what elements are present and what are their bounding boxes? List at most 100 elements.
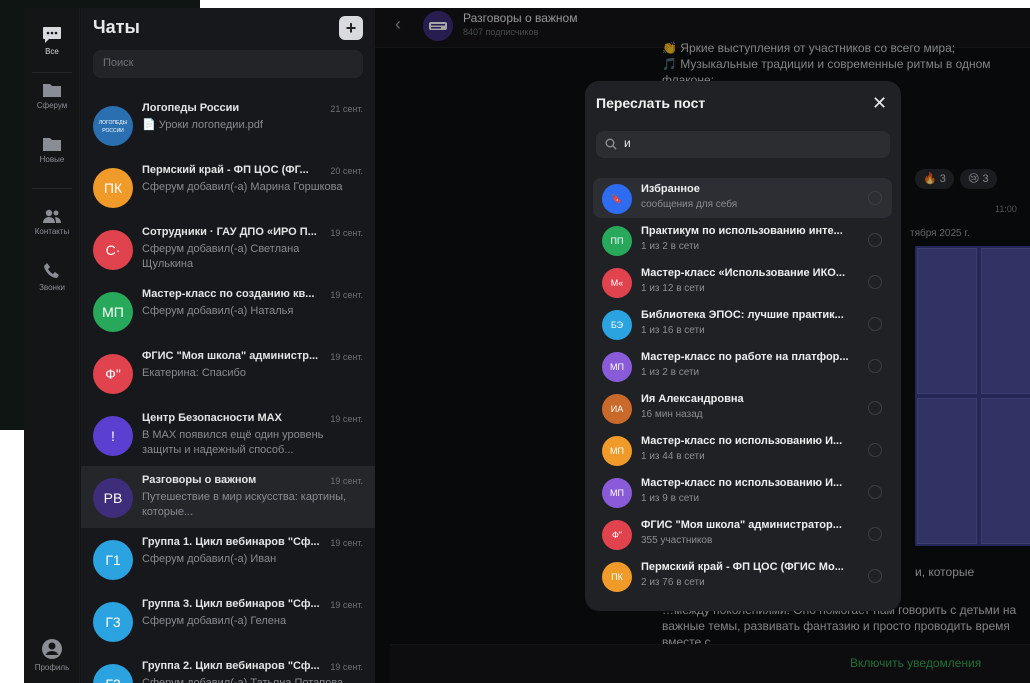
target-status: 355 участников (641, 535, 713, 546)
forward-target-item[interactable]: 🔖 Избранное сообщения для себя (593, 178, 892, 218)
avatar: МП (93, 292, 133, 332)
select-radio[interactable] (868, 275, 882, 289)
chat-preview: В MAX появился ещё один уровень защиты и… (142, 429, 324, 456)
forward-target-item[interactable]: Ф" ФГИС "Моя школа" администратор... 355 у… (593, 514, 892, 554)
select-radio[interactable] (868, 485, 882, 499)
chat-date: 21 сент. (330, 104, 363, 114)
forward-target-item[interactable]: МП Мастер-класс по использованию И... 1 из… (593, 430, 892, 470)
target-name: Мастер-класс по использованию И... (641, 435, 843, 447)
divider (32, 72, 72, 73)
forward-target-item[interactable]: МП Мастер-класс по работе на платфор... 1 … (593, 346, 892, 386)
chat-list-item[interactable]: Г2 Группа 2. Цикл вебинаров "Сф... 19 сент… (81, 652, 375, 683)
messenger-window: Все Сферум Новые Контакты Звонки Профиль… (24, 8, 1030, 683)
avatar: С· (93, 230, 133, 270)
chat-date: 19 сент. (330, 662, 363, 672)
plus-icon: + (345, 18, 357, 38)
select-radio[interactable] (868, 569, 882, 583)
forward-target-item[interactable]: БЭ Библиотека ЭПОС: лучшие практик... 1 из… (593, 304, 892, 344)
chat-name: ФГИС "Моя школа" администр... (142, 350, 319, 362)
avatar: МП (602, 436, 632, 466)
target-name: Мастер-класс по работе на платфор... (641, 351, 849, 363)
forward-search-input[interactable]: и (596, 131, 890, 158)
chat-preview: Сферум добавил(-а) Светлана Щулькина (142, 243, 300, 270)
chat-date: 19 сент. (330, 538, 363, 548)
target-status: сообщения для себя (641, 199, 738, 210)
chat-preview: Сферум добавил(-а) Иван (142, 553, 277, 565)
target-status: 2 из 76 в сети (641, 577, 705, 588)
rail-item-calls[interactable]: Звонки (24, 262, 80, 292)
select-radio[interactable] (868, 191, 882, 205)
search-icon (605, 138, 617, 150)
chat-date: 19 сент. (330, 352, 363, 362)
chat-preview: Сферум добавил(-а) Наталья (142, 305, 294, 317)
chat-list-item[interactable]: ПК Пермский край - ФП ЦОС (ФГ... 20 сент. С… (81, 156, 375, 218)
chat-name: Сотрудники · ГАУ ДПО «ИРО П... (142, 226, 317, 238)
chat-date: 19 сент. (330, 228, 363, 238)
rail-item-contacts[interactable]: Контакты (24, 208, 80, 236)
new-chat-button[interactable]: + (339, 16, 363, 40)
target-status: 1 из 12 в сети (641, 283, 705, 294)
chat-preview: Сферум добавил(-а) Гелена (142, 615, 287, 627)
chat-date: 20 сент. (330, 166, 363, 176)
select-radio[interactable] (868, 233, 882, 247)
avatar: ЛОГОПЕДЫ РОССИИ (93, 106, 133, 146)
chat-bubble-icon (43, 27, 61, 43)
forward-target-item[interactable]: МП Мастер-класс по использованию И... 1 из… (593, 472, 892, 512)
target-status: 1 из 9 в сети (641, 493, 700, 504)
forward-target-item[interactable]: ПК Пермский край - ФП ЦОС (ФГИС Мо... 2 из… (593, 556, 892, 596)
chat-name: Логопеды России (142, 102, 240, 114)
forward-target-item[interactable]: М« Мастер-класс «Использование ИКО... 1 из… (593, 262, 892, 302)
avatar: Ф" (93, 354, 133, 394)
avatar: МП (602, 352, 632, 382)
rail-item-all[interactable]: Все (24, 26, 80, 56)
rail-item-label: Все (45, 47, 59, 56)
avatar: Г2 (93, 664, 133, 683)
chat-list-item[interactable]: РВ Разговоры о важном 19 сент. Путешествие … (81, 466, 375, 528)
avatar: ИА (602, 394, 632, 424)
profile-icon (42, 639, 62, 659)
close-icon[interactable]: ✕ (872, 94, 887, 112)
rail-item-new[interactable]: Новые (24, 136, 80, 164)
avatar: Г3 (93, 602, 133, 642)
rail-item-profile[interactable]: Профиль (24, 638, 80, 672)
forward-target-item[interactable]: ПП Практикум по использованию инте... 1 из… (593, 220, 892, 260)
chat-name: Группа 2. Цикл вебинаров "Сф... (142, 660, 320, 672)
nav-rail: Все Сферум Новые Контакты Звонки Профиль (24, 8, 80, 683)
target-name: Ия Александровна (641, 393, 744, 405)
chat-list-item[interactable]: Г1 Группа 1. Цикл вебинаров "Сф... 19 сент… (81, 528, 375, 590)
select-radio[interactable] (868, 359, 882, 373)
chat-list-item[interactable]: С· Сотрудники · ГАУ ДПО «ИРО П... 19 сент.… (81, 218, 375, 280)
chat-list-item[interactable]: Ф" ФГИС "Моя школа" администр... 19 сент. Е… (81, 342, 375, 404)
chat-name: Разговоры о важном (142, 474, 257, 486)
select-radio[interactable] (868, 401, 882, 415)
avatar: М« (602, 268, 632, 298)
screenshot-frame: Все Сферум Новые Контакты Звонки Профиль… (0, 0, 1030, 683)
rail-item-sferum[interactable]: Сферум (24, 82, 80, 110)
avatar: ! (93, 416, 133, 456)
folder-icon (43, 138, 61, 151)
rail-item-label: Новые (39, 155, 65, 164)
chat-list-item[interactable]: ЛОГОПЕДЫ РОССИИ Логопеды России 21 сент. 📄 … (81, 94, 375, 156)
target-status: 1 из 44 в сети (641, 451, 705, 462)
target-status: 1 из 2 в сети (641, 241, 700, 252)
forward-target-item[interactable]: ИА Ия Александровна 16 мин назад (593, 388, 892, 428)
avatar: БЭ (602, 310, 632, 340)
chat-search-input[interactable]: Поиск (93, 50, 363, 78)
chat-list-item[interactable]: МП Мастер-класс по созданию кв... 19 сент.… (81, 280, 375, 342)
rail-item-label: Звонки (39, 283, 65, 292)
dialog-title: Переслать пост (596, 95, 706, 111)
chat-list-item[interactable]: Г3 Группа 3. Цикл вебинаров "Сф... 19 сент… (81, 590, 375, 652)
target-name: Мастер-класс по использованию И... (641, 477, 843, 489)
chat-date: 19 сент. (330, 600, 363, 610)
chat-preview: 📄 Уроки логопедии.pdf (142, 119, 263, 131)
select-radio[interactable] (868, 317, 882, 331)
select-radio[interactable] (868, 443, 882, 457)
chat-preview: Путешествие в мир искусства: картины, ко… (142, 491, 347, 518)
avatar: РВ (93, 478, 133, 518)
chat-name: Мастер-класс по созданию кв... (142, 288, 315, 300)
chat-list-panel: Чаты + Поиск ЛОГОПЕДЫ РОССИИ Логопеды Рос… (81, 8, 375, 683)
avatar: ПК (602, 562, 632, 592)
chat-list-item[interactable]: ! Центр Безопасности MAX 19 сент. В MAX поя… (81, 404, 375, 466)
avatar: Г1 (93, 540, 133, 580)
select-radio[interactable] (868, 527, 882, 541)
